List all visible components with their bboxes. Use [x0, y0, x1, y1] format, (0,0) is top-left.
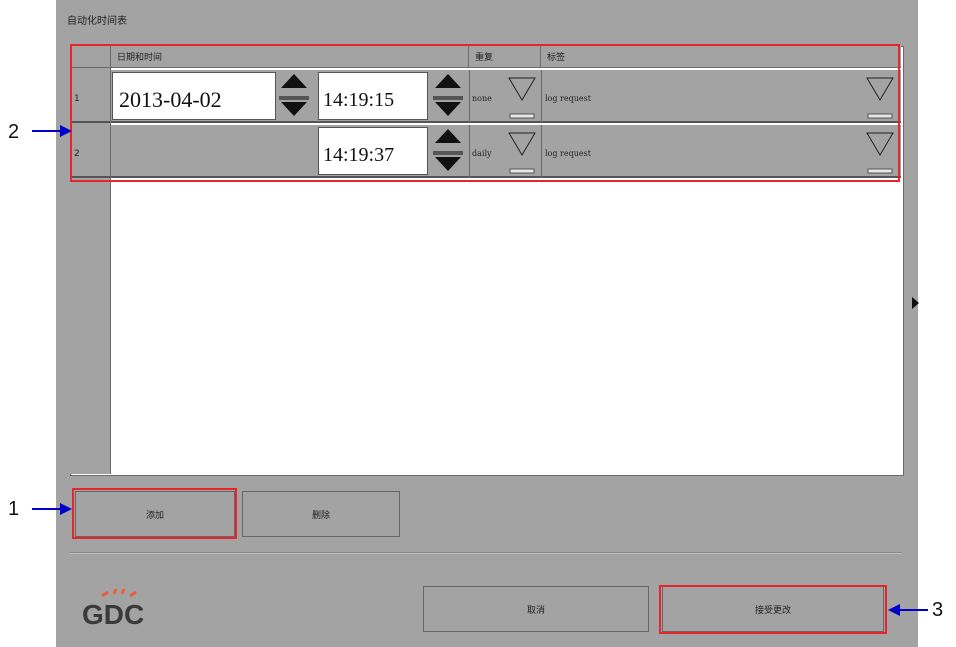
- repeat-value: daily: [472, 149, 492, 158]
- accept-changes-button[interactable]: 接受更改: [662, 586, 884, 632]
- callout-label-3: 3: [932, 599, 944, 621]
- callout-arrow-2: [32, 125, 72, 137]
- repeat-value: none: [472, 94, 492, 103]
- row-number: 2: [74, 149, 80, 159]
- corner-header-cell: [71, 46, 111, 68]
- window-title: 自动化时间表: [67, 16, 127, 27]
- down-arrow-icon[interactable]: [435, 157, 461, 171]
- time-field[interactable]: 14:19:37: [318, 127, 428, 175]
- callout-label-1: 1: [8, 498, 20, 520]
- callout-label-2: 2: [8, 121, 20, 143]
- divider: [70, 552, 902, 554]
- row-number: 1: [74, 94, 80, 104]
- table-row[interactable]: 1 2013-04-02 14:19:15 none log request: [71, 70, 901, 123]
- delete-button[interactable]: 删除: [242, 491, 400, 537]
- header-label: 标签: [541, 46, 901, 68]
- up-arrow-icon[interactable]: [281, 74, 307, 88]
- repeat-dropdown-icon[interactable]: [507, 131, 537, 175]
- header-datetime: 日期和时间: [111, 46, 469, 68]
- time-spinner[interactable]: [431, 127, 465, 175]
- add-button[interactable]: 添加: [75, 491, 235, 537]
- down-arrow-icon[interactable]: [281, 102, 307, 116]
- cancel-button[interactable]: 取消: [423, 586, 649, 632]
- up-arrow-icon[interactable]: [435, 74, 461, 88]
- date-field[interactable]: 2013-04-02: [112, 72, 276, 120]
- down-arrow-icon[interactable]: [435, 102, 461, 116]
- callout-arrow-3: [888, 604, 928, 616]
- up-arrow-icon[interactable]: [435, 129, 461, 143]
- label-value: log request: [545, 149, 591, 158]
- gdc-logo: GDC: [80, 588, 170, 630]
- time-spinner[interactable]: [431, 72, 465, 120]
- repeat-dropdown-icon[interactable]: [507, 76, 537, 120]
- scroll-right-icon[interactable]: [912, 297, 919, 309]
- label-dropdown-icon[interactable]: [865, 131, 895, 175]
- label-dropdown-icon[interactable]: [865, 76, 895, 120]
- label-value: log request: [545, 94, 591, 103]
- callout-arrow-1: [32, 503, 72, 515]
- date-spinner[interactable]: [277, 72, 311, 120]
- logo-text: GDC: [82, 599, 144, 628]
- time-field[interactable]: 14:19:15: [318, 72, 428, 120]
- date-cell-empty[interactable]: [112, 127, 317, 175]
- table-row[interactable]: 2 14:19:37 daily log request: [71, 125, 901, 178]
- header-repeat: 重复: [469, 46, 541, 68]
